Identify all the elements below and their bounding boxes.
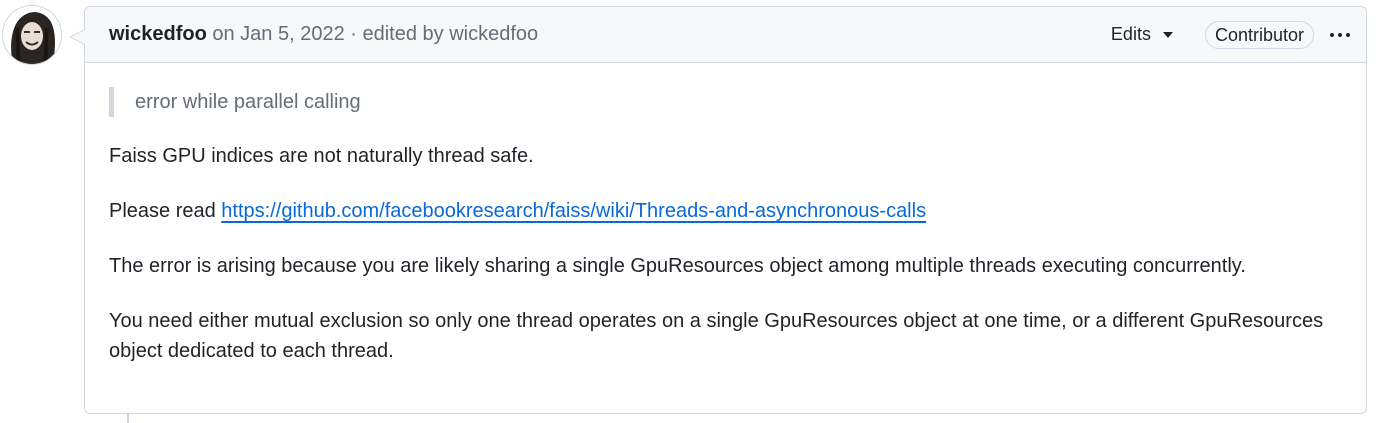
comment-box: wickedfoo on Jan 5, 2022 · edited by wic… (69, 6, 1367, 414)
kebab-dot-icon (1330, 32, 1334, 37)
avatar-icon (3, 6, 61, 64)
paragraph-error-cause: The error is arising because you are lik… (109, 255, 1246, 277)
kebab-dot-icon (1346, 32, 1350, 37)
paragraph-read-link: Please read https://github.com/facebookr… (109, 196, 1342, 226)
contributor-badge: Contributor (1204, 20, 1314, 49)
timeline-line (127, 414, 129, 423)
paragraph-thread-safety: Faiss GPU indices are not naturally thre… (109, 145, 534, 167)
quoted-text: error while parallel calling (109, 87, 1342, 117)
read-prefix: Please read (109, 200, 222, 222)
comment-meta: on Jan 5, 2022 · edited by wickedfoo (207, 23, 538, 46)
paragraph-solution: You need either mutual exclusion so only… (109, 310, 1324, 362)
comment-header: wickedfoo on Jan 5, 2022 · edited by wic… (85, 7, 1366, 63)
editor-link[interactable]: wickedfoo (449, 23, 538, 45)
edits-label: Edits (1110, 24, 1151, 44)
chevron-down-icon (1162, 31, 1173, 38)
author-link[interactable]: wickedfoo (109, 23, 207, 46)
comment-date-link[interactable]: on Jan 5, 2022 · edited by (207, 23, 449, 45)
kebab-dot-icon (1338, 32, 1342, 37)
edits-dropdown[interactable]: Edits (1111, 24, 1173, 45)
comment-pointer-fill (71, 30, 85, 44)
more-options-button[interactable] (1328, 27, 1352, 43)
comment-body: error while parallel calling Faiss GPU i… (85, 63, 1366, 366)
avatar[interactable] (2, 5, 62, 65)
header-actions: Edits Contributor (1111, 20, 1352, 49)
wiki-link[interactable]: https://github.com/facebookresearch/fais… (221, 200, 926, 222)
issue-comment-page: wickedfoo on Jan 5, 2022 · edited by wic… (0, 0, 1387, 423)
